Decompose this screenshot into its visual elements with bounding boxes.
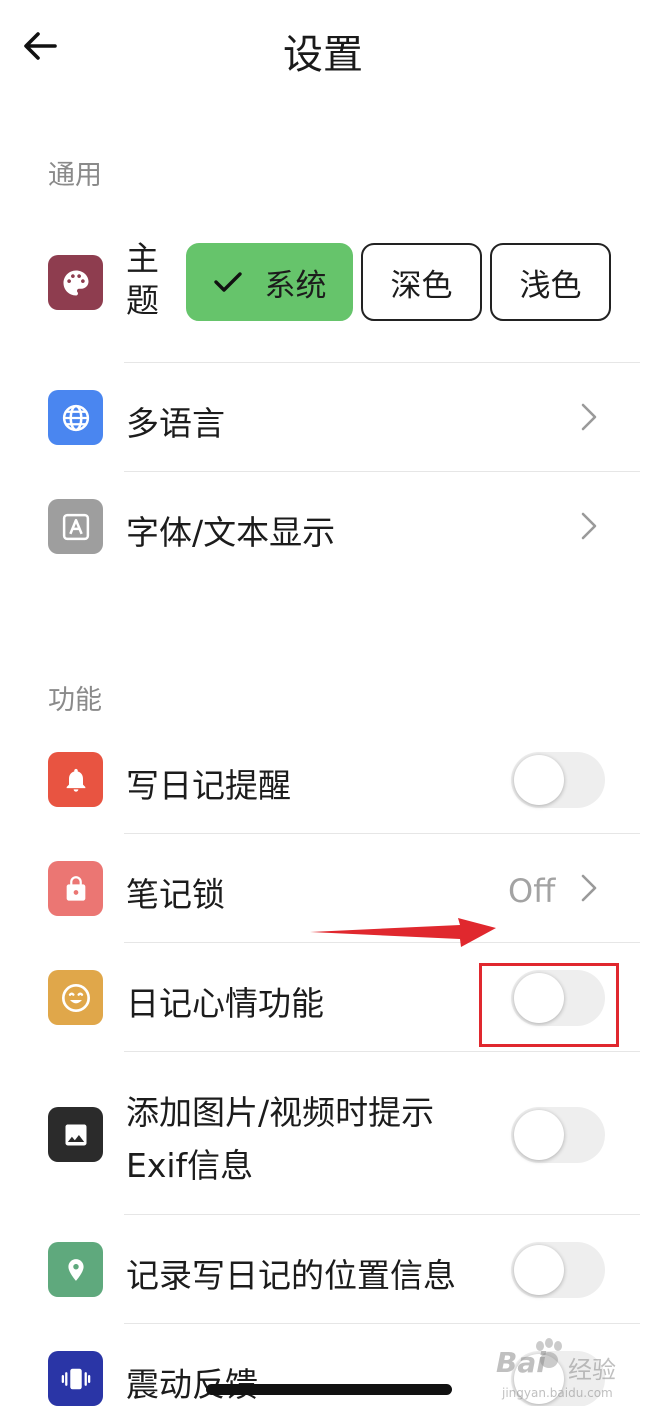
location-pin-icon: [67, 1258, 84, 1281]
chevron-right-icon: [578, 870, 600, 906]
exif-icon-tile: [48, 1107, 103, 1162]
theme-option-label: 系统: [264, 267, 327, 304]
bell-icon: [66, 768, 85, 792]
row-label: 笔记锁: [126, 875, 225, 914]
smile-icon: [61, 983, 90, 1012]
theme-option-system[interactable]: 系统: [186, 243, 353, 321]
settings-row-exif: 添加图片/视频时提示Exif信息: [0, 1052, 646, 1214]
row-label: 记录写日记的位置信息: [126, 1256, 456, 1295]
section-title-features: 功能: [48, 685, 102, 716]
note-lock-icon-tile: [48, 861, 103, 916]
chevron-right-icon: [578, 399, 600, 435]
palette-icon: [63, 270, 88, 295]
theme-icon-tile: [48, 255, 103, 310]
watermark-url: jingyan.baidu.com: [502, 1386, 613, 1400]
row-label: 日记心情功能: [126, 984, 324, 1023]
chevron-right-icon: [578, 508, 600, 544]
reminder-icon-tile: [48, 752, 103, 807]
globe-icon: [62, 404, 89, 431]
location-toggle[interactable]: [511, 1242, 605, 1298]
theme-option-label: 浅色: [519, 267, 582, 304]
theme-label: 主题: [126, 239, 159, 320]
vibration-icon-tile: [48, 1351, 103, 1406]
theme-option-dark[interactable]: 深色: [361, 243, 482, 321]
lock-icon: [66, 875, 85, 901]
mood-icon-tile: [48, 970, 103, 1025]
font-a-icon: [62, 513, 89, 540]
font-icon-tile: [48, 499, 103, 554]
row-label: 多语言: [126, 404, 225, 443]
row-label: 字体/文本显示: [126, 513, 336, 552]
toggle-knob: [514, 755, 564, 805]
row-label: 震动反馈: [126, 1365, 258, 1404]
page-title: 设置: [283, 32, 363, 78]
home-indicator: [206, 1384, 452, 1395]
section-title-general: 通用: [48, 160, 102, 191]
language-icon-tile: [48, 390, 103, 445]
image-icon: [65, 1124, 86, 1145]
exif-toggle[interactable]: [511, 1107, 605, 1163]
watermark-brand-cn: 经验: [568, 1356, 616, 1384]
annotation-arrow: [310, 918, 496, 947]
toggle-knob: [514, 1110, 564, 1160]
reminder-toggle[interactable]: [511, 752, 605, 808]
vibration-icon: [61, 1368, 90, 1389]
toggle-knob: [514, 1245, 564, 1295]
settings-row-font[interactable]: 字体/文本显示: [0, 472, 646, 580]
check-icon: [213, 272, 242, 292]
watermark-logo: Bai 经验 jingyan.baidu.com: [496, 1338, 646, 1406]
annotation-highlight-box: [479, 963, 619, 1047]
top-bar: 设置: [0, 0, 646, 100]
settings-row-language[interactable]: 多语言: [0, 363, 646, 471]
note-lock-value: Off: [508, 872, 556, 910]
location-icon-tile: [48, 1242, 103, 1297]
watermark-brand: Bai: [496, 1346, 546, 1379]
settings-row-location: 记录写日记的位置信息: [0, 1215, 646, 1323]
row-label: 写日记提醒: [126, 766, 291, 805]
row-label: 添加图片/视频时提示Exif信息: [126, 1093, 435, 1185]
settings-row-reminder: 写日记提醒: [0, 725, 646, 833]
theme-option-light[interactable]: 浅色: [490, 243, 611, 321]
theme-option-label: 深色: [390, 267, 453, 304]
